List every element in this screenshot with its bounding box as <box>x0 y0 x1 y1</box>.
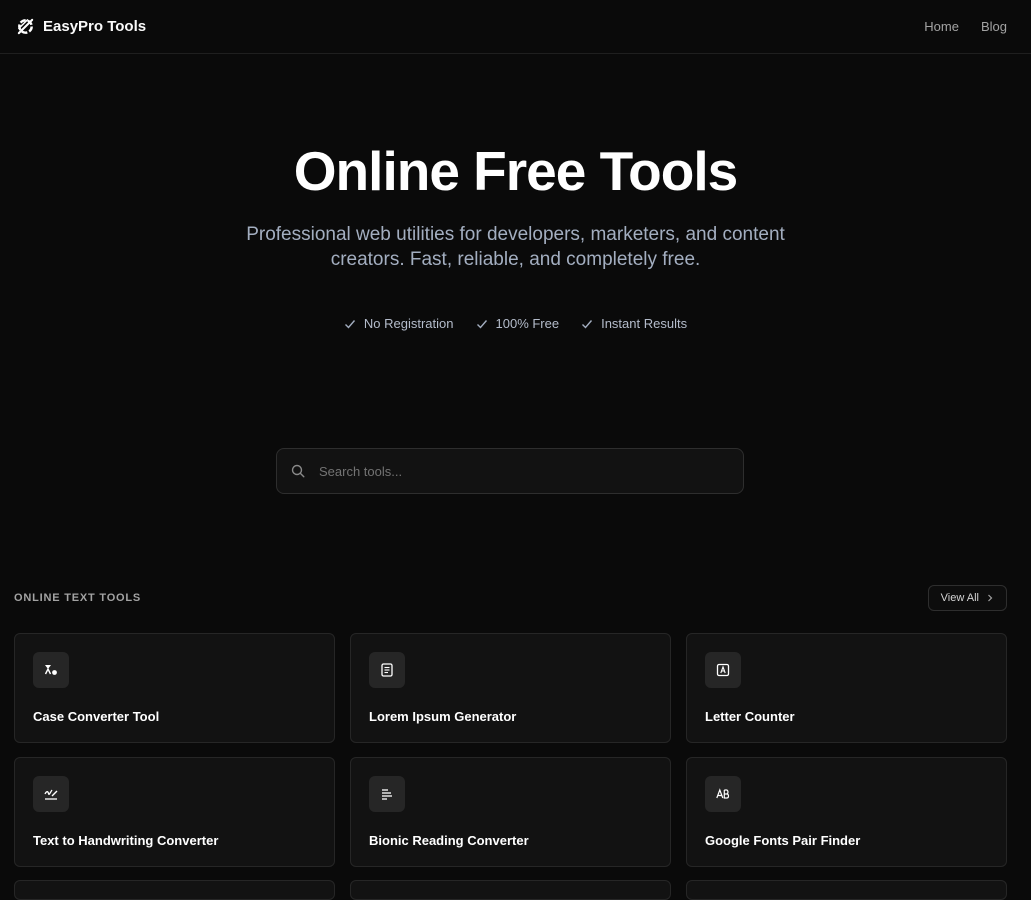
hero-subtitle: Professional web utilities for developer… <box>246 224 785 270</box>
brand-name: EasyPro Tools <box>43 18 147 35</box>
tool-card-case-converter[interactable]: Case Converter Tool <box>14 633 335 743</box>
view-all-label: View All <box>940 592 979 604</box>
tool-card-partial[interactable] <box>14 880 335 900</box>
nav-blog-link[interactable]: Blog <box>981 19 1007 34</box>
brand-logo-link[interactable]: EasyPro Tools <box>16 17 146 36</box>
tool-card-bionic-reading[interactable]: Bionic Reading Converter <box>350 757 671 867</box>
feature-label: 100% Free <box>495 316 560 331</box>
tool-name: Lorem Ipsum Generator <box>369 709 517 724</box>
hero-title: Online Free Tools <box>293 140 738 202</box>
tool-icon-badge <box>369 776 405 812</box>
section-title: ONLINE TEXT TOOLS <box>14 592 142 604</box>
nav-home-link[interactable]: Home <box>924 19 959 34</box>
text-tools-section-header: ONLINE TEXT TOOLS View All <box>14 584 1007 612</box>
search-input[interactable] <box>319 463 729 479</box>
tool-icon-badge <box>705 776 741 812</box>
tool-card-partial[interactable] <box>686 880 1007 900</box>
check-icon <box>582 319 593 329</box>
tool-name: Google Fonts Pair Finder <box>705 833 861 848</box>
feature-item: Instant Results <box>581 316 687 331</box>
hero-section: Online Free Tools Professional web utili… <box>0 138 1031 331</box>
document-text-icon <box>381 663 393 677</box>
view-all-button[interactable]: View All <box>927 585 1007 611</box>
search-box <box>276 448 744 494</box>
tool-name: Letter Counter <box>705 709 795 724</box>
tool-icon-badge <box>33 652 69 688</box>
top-navbar: EasyPro Tools Home Blog <box>0 0 1031 54</box>
feature-item: 100% Free <box>476 316 560 331</box>
brand-tools-icon <box>17 18 34 35</box>
case-converter-icon <box>44 665 57 675</box>
font-pair-icon <box>716 788 730 799</box>
handwriting-icon <box>44 789 58 800</box>
text-lines-icon <box>382 789 392 800</box>
tool-name: Text to Handwriting Converter <box>33 833 219 848</box>
tool-card-letter-counter[interactable]: Letter Counter <box>686 633 1007 743</box>
tool-card-handwriting[interactable]: Text to Handwriting Converter <box>14 757 335 867</box>
tool-icon-badge <box>369 652 405 688</box>
tool-card-font-pair[interactable]: Google Fonts Pair Finder <box>686 757 1007 867</box>
feature-list: No Registration 100% Free Instant Result… <box>0 316 1031 331</box>
check-icon <box>344 319 355 329</box>
letter-square-icon <box>716 663 730 677</box>
search-icon <box>291 464 305 478</box>
tool-icon-badge <box>33 776 69 812</box>
tool-name: Case Converter Tool <box>33 709 160 724</box>
tool-icon-badge <box>705 652 741 688</box>
tool-name: Bionic Reading Converter <box>369 833 529 848</box>
tool-card-lorem-ipsum[interactable]: Lorem Ipsum Generator <box>350 633 671 743</box>
tool-card-partial[interactable] <box>350 880 671 900</box>
feature-label: Instant Results <box>601 316 688 331</box>
tool-grid-next-row <box>14 880 1007 900</box>
feature-item: No Registration <box>344 316 454 331</box>
chevron-right-icon <box>988 594 993 602</box>
check-icon <box>476 319 487 329</box>
feature-label: No Registration <box>363 316 454 331</box>
tool-grid: Case Converter Tool Lorem Ipsum Generato… <box>14 633 1007 867</box>
nav-links: Home Blog <box>924 19 1015 34</box>
